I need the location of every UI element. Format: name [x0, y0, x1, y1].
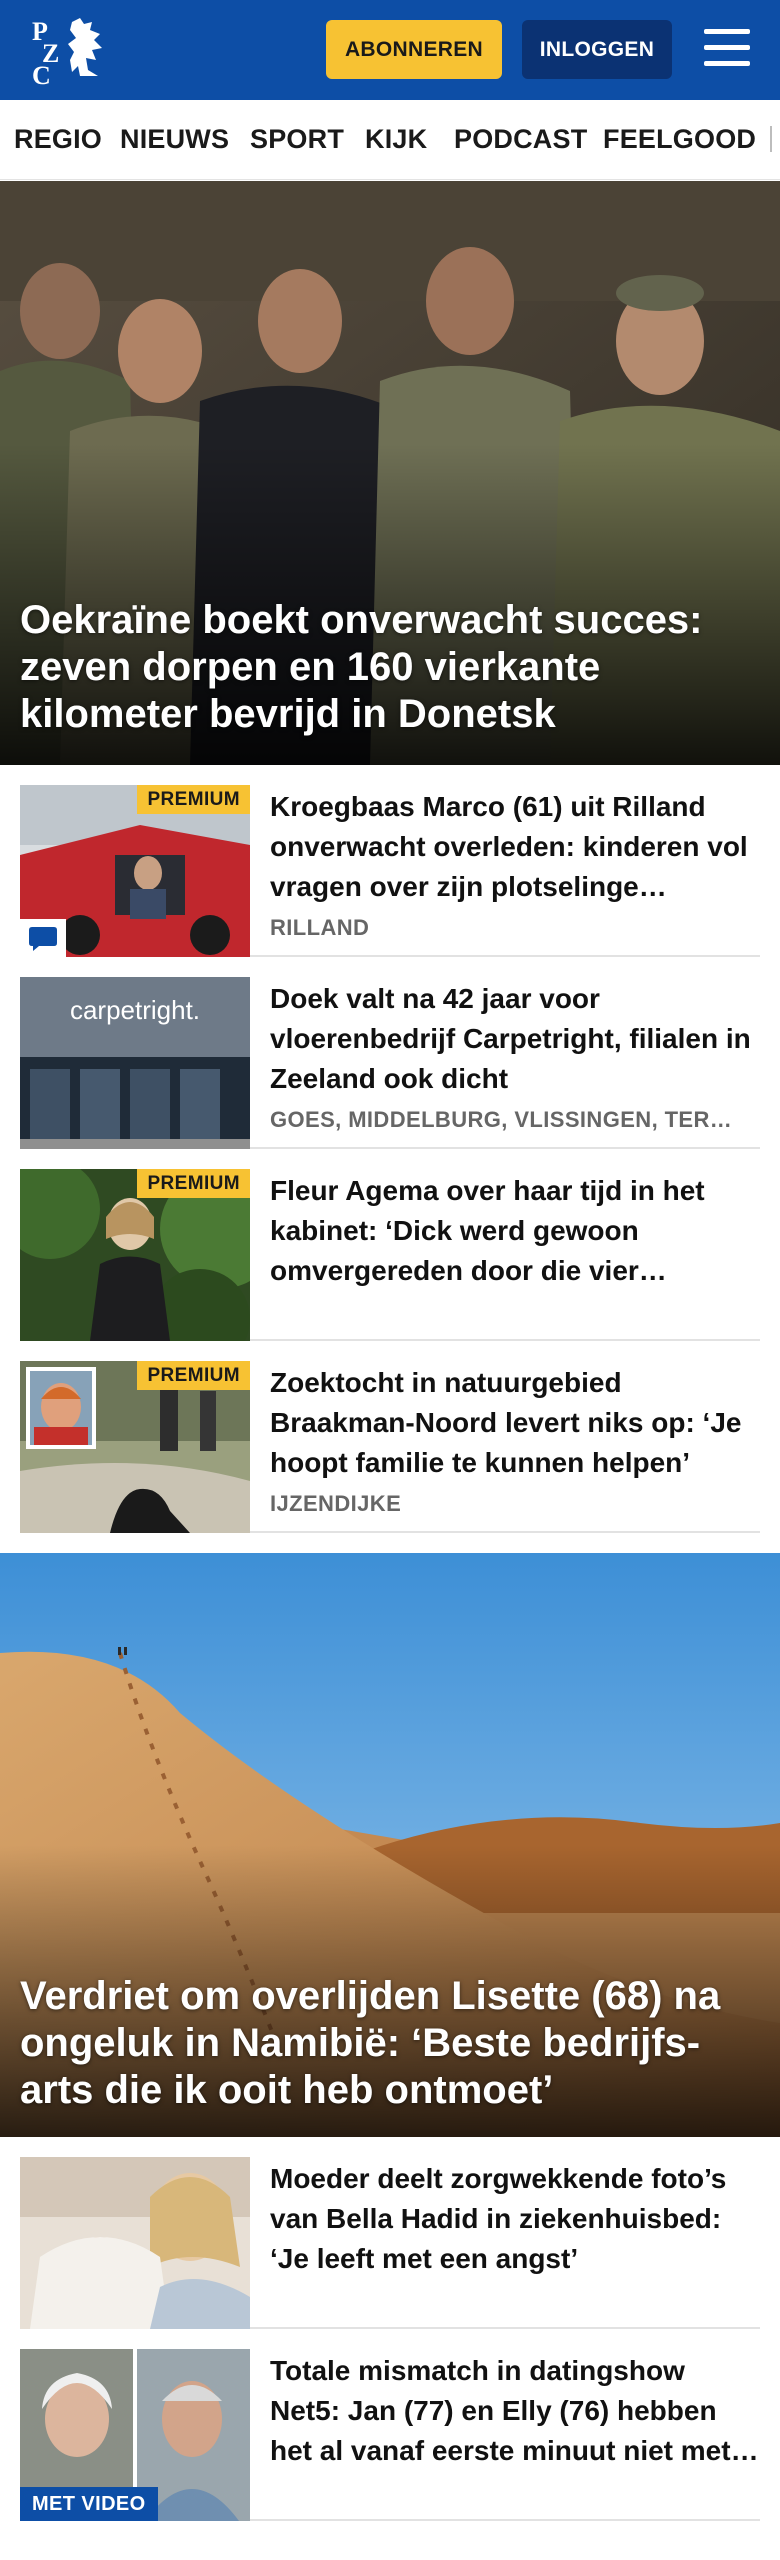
store-sign-text: carpetright. — [70, 995, 200, 1025]
hero-article-namibia[interactable]: Verdriet om overlijden Lisette (68) na o… — [0, 1553, 780, 2137]
article-thumbnail: PREMIUM — [20, 785, 250, 957]
nav-item-feelgood[interactable]: FEELGOOD — [603, 124, 756, 155]
list-item[interactable]: Moeder deelt zorgwekkende foto’s van Bel… — [20, 2157, 760, 2329]
pzc-logo-icon[interactable]: P Z C — [28, 14, 114, 90]
article-headline[interactable]: Moeder deelt zorgwekkende foto’s van Bel… — [270, 2159, 760, 2279]
nav-item-kijk[interactable]: KIJK — [365, 124, 427, 155]
nav-overflow-divider — [770, 126, 772, 152]
article-thumbnail: PREMIUM — [20, 1169, 250, 1341]
article-thumbnail: MET VIDEO — [20, 2349, 250, 2521]
list-item[interactable]: carpetright. Doek valt na 42 jaar voor v… — [20, 977, 760, 1149]
nav-item-podcast[interactable]: PODCAST — [454, 124, 587, 155]
list-item[interactable]: PREMIUM Zoektocht in natuurgebied Braakm… — [20, 1361, 760, 1533]
article-location: GOES, MIDDELBURG, VLISSINGEN, TERNEUZEN — [270, 1107, 740, 1132]
article-thumbnail: PREMIUM — [20, 1361, 250, 1533]
article-location: RILLAND — [270, 915, 370, 940]
premium-badge: PREMIUM — [137, 785, 250, 814]
nav-item-sport[interactable]: SPORT — [250, 124, 344, 155]
hamburger-menu-icon[interactable] — [700, 25, 754, 71]
article-thumbnail — [20, 2157, 250, 2329]
article-headline[interactable]: Totale mismatch in datingshow Net5: Jan … — [270, 2351, 760, 2471]
list-item[interactable]: PREMIUM Fleur Agema over haar tijd in he… — [20, 1169, 760, 1341]
premium-badge: PREMIUM — [137, 1361, 250, 1390]
premium-badge: PREMIUM — [137, 1169, 250, 1198]
hero-title[interactable]: Oekraïne boekt onverwacht succes: zeven … — [20, 597, 740, 738]
comment-icon[interactable] — [20, 919, 66, 957]
article-headline[interactable]: Doek valt na 42 jaar voor vloerenbedrijf… — [270, 979, 760, 1099]
svg-text:C: C — [32, 61, 51, 86]
article-thumbnail: carpetright. — [20, 977, 250, 1149]
list-item[interactable]: PREMIUM Kroegbaas Marco (61) uit Rilland… — [20, 785, 760, 957]
hero-title[interactable]: Verdriet om overlijden Lisette (68) na o… — [20, 1973, 740, 2114]
article-location: IJZENDIJKE — [270, 1491, 402, 1516]
video-badge: MET VIDEO — [20, 2487, 158, 2521]
login-button[interactable]: INLOGGEN — [522, 20, 672, 79]
subscribe-button[interactable]: ABONNEREN — [326, 20, 502, 79]
article-headline[interactable]: Kroegbaas Marco (61) uit Rilland onverwa… — [270, 787, 760, 907]
article-headline[interactable]: Fleur Agema over haar tijd in het kabine… — [270, 1171, 760, 1291]
section-nav: REGIO NIEUWS SPORT KIJK PODCAST FEELGOOD — [0, 100, 780, 180]
nav-item-nieuws[interactable]: NIEUWS — [120, 124, 229, 155]
site-header: P Z C ABONNEREN INLOGGEN — [0, 0, 780, 100]
article-headline[interactable]: Zoektocht in natuurgebied Braakman-Noord… — [270, 1363, 760, 1483]
list-item[interactable]: MET VIDEO Totale mismatch in datingshow … — [20, 2349, 760, 2521]
nav-item-regio[interactable]: REGIO — [14, 124, 102, 155]
hero-article-ukraine[interactable]: Oekraïne boekt onverwacht succes: zeven … — [0, 181, 780, 765]
